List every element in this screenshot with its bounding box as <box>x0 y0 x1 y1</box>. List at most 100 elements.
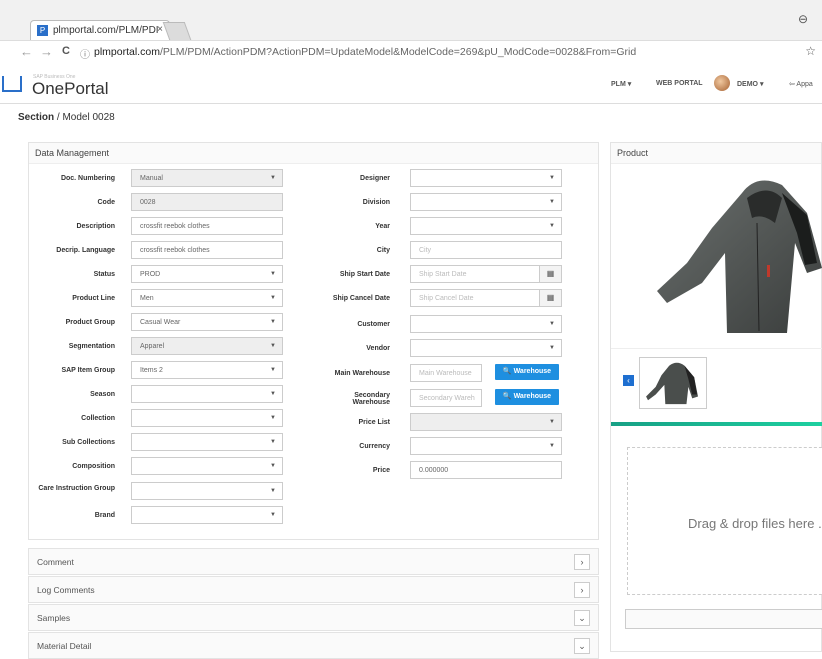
chevron-down-icon[interactable]: ▼ <box>270 367 276 373</box>
left-field-text[interactable]: 0028 <box>131 193 283 211</box>
product-thumbnail[interactable] <box>639 357 707 409</box>
data-management-panel: Data Management Doc. Numbering Manual ▼ Cod… <box>28 142 599 540</box>
accordion-label: Material Detail <box>37 641 92 651</box>
currency-select[interactable]: ▼ <box>410 437 562 455</box>
left-field-label: Status <box>93 271 115 278</box>
product-jacket-image <box>657 180 822 333</box>
left-field-select[interactable]: ▼ <box>131 506 283 524</box>
bookmark-star-icon[interactable]: ☆ <box>805 44 816 58</box>
back-icon[interactable]: ← <box>20 44 33 59</box>
price-list-select[interactable]: ▼ <box>410 413 562 431</box>
plm-menu[interactable]: PLM ▾ <box>611 80 631 88</box>
chevron-down-icon[interactable]: ▼ <box>270 295 276 301</box>
chevron-right-icon[interactable]: › <box>574 554 590 570</box>
chevron-down-icon[interactable]: ▼ <box>270 439 276 445</box>
customer-select[interactable]: ▼ <box>410 315 562 333</box>
chevron-down-icon[interactable]: ▼ <box>270 415 276 421</box>
chevron-down-icon[interactable]: ▼ <box>270 343 276 349</box>
profile-icon[interactable]: ⊖ <box>798 12 808 26</box>
chevron-down-icon[interactable]: ⌄ <box>574 638 590 654</box>
breadcrumb-model: Model 0028 <box>62 112 115 123</box>
designer-select[interactable]: ▼ <box>410 169 562 187</box>
left-field-select[interactable]: Apparel ▼ <box>131 337 283 355</box>
chevron-down-icon[interactable]: ▼ <box>270 463 276 469</box>
url-host: plmportal.com <box>94 46 160 58</box>
left-field-label: Season <box>90 391 115 398</box>
thumbnail-jacket-image <box>646 362 698 405</box>
left-field-select[interactable]: ▼ <box>131 409 283 427</box>
tab-close-icon[interactable]: × <box>157 24 163 35</box>
left-field-label: Code <box>97 199 116 206</box>
ship-cancel-date-input[interactable]: Ship Cancel Date ▦ <box>410 289 562 307</box>
main-warehouse-input[interactable]: Main Warehouse <box>410 364 482 382</box>
chevron-right-icon[interactable]: › <box>574 582 590 598</box>
info-icon[interactable]: ⓘ <box>80 46 90 61</box>
file-caption-input[interactable] <box>625 609 822 629</box>
division-label: Division <box>362 199 390 206</box>
left-field-select[interactable]: Items 2 ▼ <box>131 361 283 379</box>
left-field-text[interactable]: crossfit reebok clothes <box>131 241 283 259</box>
product-title: Product <box>611 143 821 164</box>
left-field-select[interactable]: ▼ <box>131 457 283 475</box>
vendor-select[interactable]: ▼ <box>410 339 562 357</box>
chevron-down-icon[interactable]: ▼ <box>270 391 276 397</box>
left-field-value: Items 2 <box>140 367 163 374</box>
left-field-select[interactable]: ▼ <box>131 433 283 451</box>
secondary-warehouse-label: Secondary Warehouse <box>352 392 390 406</box>
browser-tab[interactable]: P plmportal.com/PLM/PDI × <box>30 20 170 40</box>
chevron-down-icon[interactable]: ▼ <box>270 319 276 325</box>
chevron-down-icon[interactable]: ▼ <box>270 488 276 494</box>
left-field-label: Care Instruction Group <box>38 485 115 492</box>
secondary-warehouse-button[interactable]: 🔍 Warehouse <box>495 389 559 405</box>
ship-start-date-label: Ship Start Date <box>339 271 390 278</box>
left-field-label: Doc. Numbering <box>60 175 115 182</box>
url-bar[interactable]: ⓘ plmportal.com/PLM/PDM/ActionPDM?Action… <box>80 43 810 61</box>
secondary-warehouse-input[interactable]: Secondary Wareh <box>410 389 482 407</box>
year-label: Year <box>375 223 390 230</box>
web-portal-link[interactable]: WEB PORTAL <box>656 80 703 87</box>
customer-label: Customer <box>357 321 390 328</box>
ship-start-date-input[interactable]: Ship Start Date ▦ <box>410 265 562 283</box>
year-select[interactable]: ▼ <box>410 217 562 235</box>
chevron-down-icon[interactable]: ▼ <box>270 175 276 181</box>
accordion-samples[interactable]: Samples ⌄ <box>28 604 599 631</box>
left-field-select[interactable]: Men ▼ <box>131 289 283 307</box>
product-panel: Product ‹ Drag & drop files here ... <box>610 142 822 652</box>
chevron-down-icon[interactable]: ▼ <box>270 512 276 518</box>
accordion-log-comments[interactable]: Log Comments › <box>28 576 599 603</box>
left-field-label: Product Line <box>72 295 115 302</box>
app-switch-link[interactable]: ⇦ Appa <box>789 80 813 88</box>
city-input[interactable]: City <box>410 241 562 259</box>
left-field-select[interactable]: PROD ▼ <box>131 265 283 283</box>
left-field-text[interactable]: crossfit reebok clothes <box>131 217 283 235</box>
thumbnail-prev-icon[interactable]: ‹ <box>623 375 634 386</box>
price-list-label: Price List <box>358 419 390 426</box>
vendor-label: Vendor <box>366 345 390 352</box>
chevron-down-icon[interactable]: ⌄ <box>574 610 590 626</box>
accordion-comment[interactable]: Comment › <box>28 548 599 575</box>
accordion-label: Samples <box>37 613 71 623</box>
calendar-icon[interactable]: ▦ <box>539 290 561 306</box>
calendar-icon[interactable]: ▦ <box>539 266 561 282</box>
user-menu[interactable]: DEMO ▾ <box>737 80 763 88</box>
left-field-select[interactable]: Manual ▼ <box>131 169 283 187</box>
accordion-label: Comment <box>37 557 74 567</box>
left-field-select[interactable]: ▼ <box>131 482 283 500</box>
chevron-down-icon[interactable]: ▼ <box>270 271 276 277</box>
division-select[interactable]: ▼ <box>410 193 562 211</box>
forward-icon[interactable]: → <box>40 44 53 59</box>
left-field-select[interactable]: Casual Wear ▼ <box>131 313 283 331</box>
reload-icon[interactable]: C <box>62 45 70 57</box>
breadcrumb-section[interactable]: Section <box>18 112 54 123</box>
currency-label: Currency <box>359 443 390 450</box>
main-warehouse-button[interactable]: 🔍 Warehouse <box>495 364 559 380</box>
left-field-label: Decrip. Language <box>56 247 115 254</box>
left-field-label: Collection <box>81 415 115 422</box>
left-field-label: Composition <box>72 463 115 470</box>
url-path: /PLM/PDM/ActionPDM?ActionPDM=UpdateModel… <box>159 46 637 58</box>
left-field-select[interactable]: ▼ <box>131 385 283 403</box>
price-input[interactable]: 0.000000 <box>410 461 562 479</box>
accordion-material-detail[interactable]: Material Detail ⌄ <box>28 632 599 659</box>
avatar[interactable] <box>714 75 730 91</box>
file-drop-zone[interactable]: Drag & drop files here ... <box>627 447 822 595</box>
